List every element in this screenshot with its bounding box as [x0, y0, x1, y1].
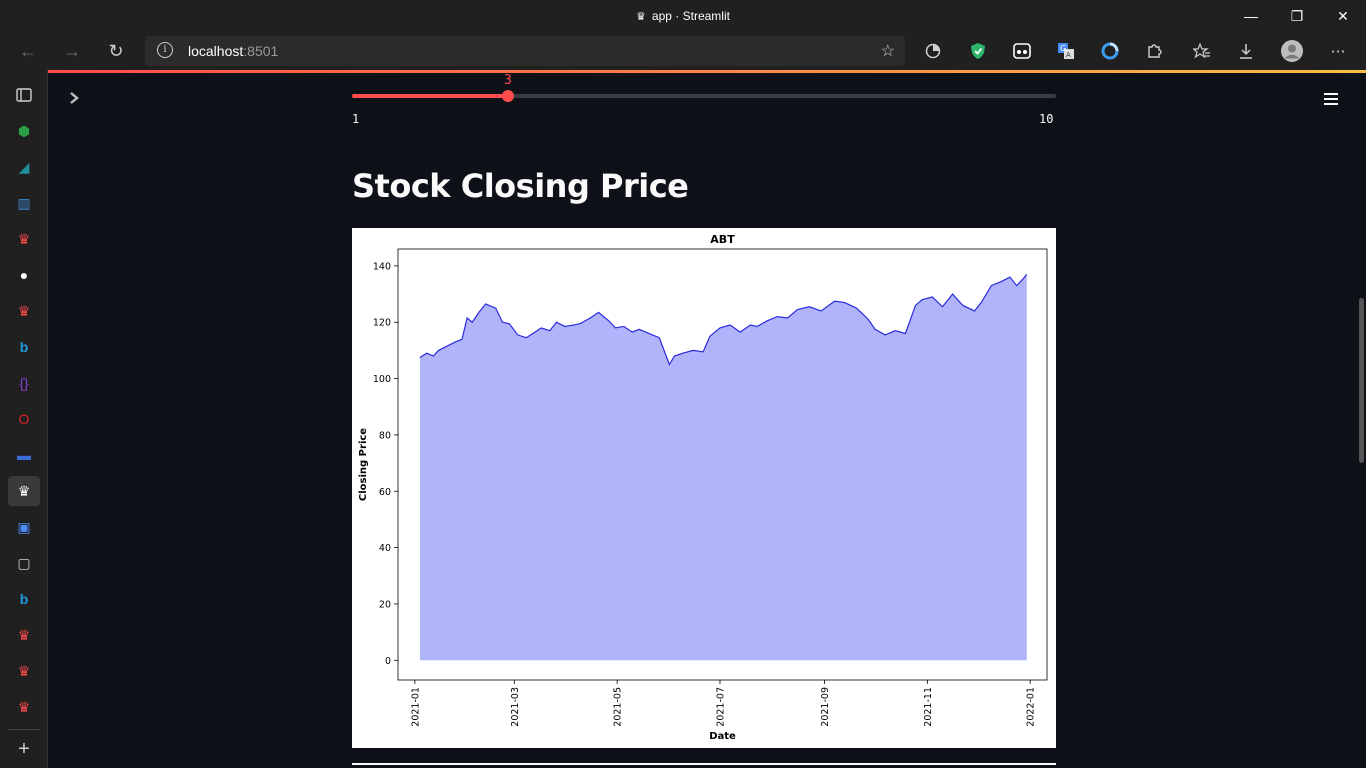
y-tick-label: 40 — [379, 543, 391, 554]
y-tick-label: 20 — [379, 599, 391, 610]
favorites-icon[interactable] — [1187, 37, 1217, 65]
sync-extension-icon[interactable] — [1095, 37, 1125, 65]
tab-actions-icon[interactable] — [8, 80, 40, 110]
downloads-icon[interactable] — [1231, 37, 1261, 65]
close-window-button[interactable]: ✕ — [1320, 0, 1366, 32]
window-title-text: app · Streamlit — [651, 9, 730, 23]
sidebar-separator — [8, 729, 40, 730]
price-area-fill — [419, 274, 1027, 661]
address-url: localhost:8501 — [188, 43, 278, 59]
svg-text:A: A — [1066, 51, 1071, 59]
closing-price-chart-svg: ABT 0 20 40 60 80 100 120 140 2021-01 2021-03 2021-… — [358, 233, 1048, 742]
tab-android-icon[interactable]: ⬢ — [8, 116, 40, 146]
tab-barcode-icon[interactable]: ▥ — [8, 188, 40, 218]
forward-button[interactable]: → — [57, 36, 87, 66]
vertical-tabs-sidebar: ⬢ ◢ ▥ ♛ ● ♛ b {} O ▬ ♛ ▣ ▢ b ♛ ♛ ♛ + — [0, 70, 48, 768]
page-title: Stock Closing Price — [352, 167, 689, 205]
slider-thumb[interactable] — [502, 90, 515, 102]
tab-translate-icon[interactable]: ▣ — [8, 512, 40, 542]
tab-window-icon[interactable]: ▢ — [8, 548, 40, 578]
browser-toolbar: ← → ↻ i localhost:8501 ☆ GA ⋯ — [0, 32, 1366, 70]
tab-streamlit-icon[interactable]: ♛ — [8, 656, 40, 686]
y-axis-label: Closing Price — [358, 428, 369, 501]
profile-avatar-icon[interactable] — [1277, 37, 1307, 65]
sidebar-expand-chevron-icon[interactable] — [68, 91, 80, 110]
tab-streamlit-icon[interactable]: ♛ — [8, 224, 40, 254]
settings-more-icon[interactable]: ⋯ — [1323, 37, 1353, 65]
translate-extension-icon[interactable]: GA — [1051, 37, 1081, 65]
tab-streamlit-icon[interactable]: ♛ — [8, 296, 40, 326]
x-tick-label: 2021-03 — [510, 687, 521, 727]
y-tick-label: 80 — [379, 430, 391, 441]
shield-extension-icon[interactable] — [963, 37, 993, 65]
closing-price-chart: ABT 0 20 40 60 80 100 120 140 2021-01 2021-03 2021-… — [352, 228, 1056, 748]
tab-chart-icon[interactable]: ◢ — [8, 152, 40, 182]
x-axis-label: Date — [709, 731, 736, 742]
tracking-prevention-icon[interactable] — [918, 37, 948, 65]
url-host: localhost — [188, 43, 244, 59]
bottom-divider — [352, 763, 1056, 765]
extensions-puzzle-icon[interactable] — [1139, 37, 1169, 65]
tab-braces-icon[interactable]: {} — [8, 368, 40, 398]
add-favorite-icon[interactable]: ☆ — [881, 41, 895, 61]
x-tick-label: 2021-05 — [613, 687, 624, 727]
tab-github-icon[interactable]: ● — [8, 260, 40, 290]
number-slider[interactable] — [352, 90, 1056, 102]
tab-streamlit-icon[interactable]: ♛ — [8, 620, 40, 650]
x-tick-label: 2022-01 — [1026, 687, 1037, 727]
address-bar[interactable]: i localhost:8501 ☆ — [145, 36, 905, 66]
url-port: :8501 — [243, 43, 279, 59]
tab-bing-icon[interactable]: b — [8, 584, 40, 614]
chart-title: ABT — [710, 233, 735, 246]
main-menu-hamburger-icon[interactable] — [1324, 93, 1338, 105]
streamlit-crown-icon: ♛ — [636, 11, 646, 23]
minimize-button[interactable]: — — [1228, 0, 1274, 32]
tab-streamlit-icon[interactable]: ♛ — [8, 692, 40, 722]
x-tick-label: 2021-01 — [410, 687, 421, 727]
x-tick-label: 2021-07 — [715, 687, 726, 727]
tab-opera-icon[interactable]: O — [8, 404, 40, 434]
new-tab-plus-icon[interactable]: + — [8, 734, 40, 764]
restore-button[interactable]: ❐ — [1274, 0, 1320, 32]
site-info-icon[interactable]: i — [157, 42, 173, 58]
window-title: ♛ app · Streamlit — [0, 9, 1366, 23]
x-tick-label: 2021-11 — [923, 687, 934, 727]
y-tick-label: 0 — [385, 656, 391, 667]
y-tick-label: 120 — [373, 318, 391, 329]
slider-max-label: 10 — [1039, 112, 1054, 126]
window-titlebar: ♛ app · Streamlit — ❐ ✕ — [0, 0, 1366, 32]
page-scrollbar[interactable] — [1359, 298, 1364, 463]
slider-min-label: 1 — [352, 112, 360, 126]
glasses-extension-icon[interactable] — [1007, 37, 1037, 65]
tab-streamlit-active-icon[interactable]: ♛ — [8, 476, 40, 506]
streamlit-main: 3 1 10 Stock Closing Price ABT 0 20 40 60 80 1… — [48, 73, 1366, 768]
tab-bing-icon[interactable]: b — [8, 332, 40, 362]
x-tick-label: 2021-09 — [820, 687, 831, 727]
slider-fill — [352, 94, 509, 98]
reload-button[interactable]: ↻ — [101, 36, 131, 66]
tab-flag-icon[interactable]: ▬ — [8, 440, 40, 470]
back-button[interactable]: ← — [13, 36, 43, 66]
y-tick-label: 100 — [373, 374, 391, 385]
y-tick-label: 60 — [379, 487, 391, 498]
slider-current-value: 3 — [504, 73, 512, 88]
y-tick-label: 140 — [373, 261, 391, 272]
